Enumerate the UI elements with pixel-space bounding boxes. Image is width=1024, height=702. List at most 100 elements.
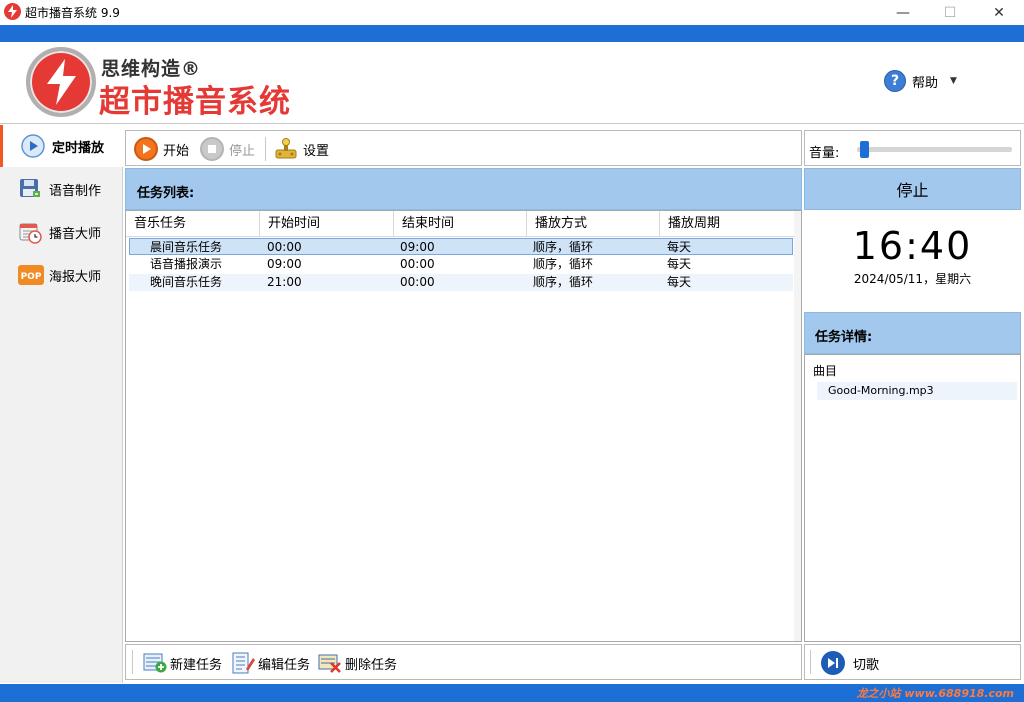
help-label: 帮助	[912, 75, 939, 91]
sidebar: 定时播放 语音制作 播音大师 POP 海报大师	[0, 125, 123, 683]
player-bar: 切歌	[804, 644, 1021, 680]
track-section-label: 曲目	[813, 364, 838, 378]
toolbar-separator	[265, 137, 266, 161]
svg-text:POP: POP	[21, 272, 42, 282]
top-accent-bar	[0, 25, 1024, 42]
status-bar: 龙之小站 www.688918.com	[0, 684, 1024, 702]
maximize-button[interactable]: ☐	[927, 0, 973, 25]
volume-panel: 音量:	[804, 130, 1021, 166]
new-task-label: 新建任务	[170, 657, 223, 673]
right-panel: 音量: 停止 16:40 2024/05/11，星期六 任务详情: 曲目 Goo…	[804, 130, 1021, 680]
toolbar-separator	[810, 650, 811, 674]
task-end: 09:00	[400, 240, 435, 254]
settings-button[interactable]: 设置	[274, 136, 329, 162]
task-mode: 顺序，循环	[533, 257, 594, 271]
task-list-title: 任务列表:	[137, 186, 195, 201]
logo-lightning-icon	[26, 47, 96, 117]
column-header-cycle[interactable]: 播放周期	[660, 211, 795, 237]
task-detail-title: 任务详情:	[815, 330, 873, 345]
add-list-icon	[143, 652, 167, 674]
stop-icon	[200, 137, 224, 161]
task-name: 晚间音乐任务	[150, 275, 223, 289]
help-menu[interactable]: ? 帮助 ▼	[884, 70, 957, 92]
edit-task-button[interactable]: 编辑任务	[231, 651, 310, 675]
play-icon	[134, 137, 158, 161]
floppy-disk-icon	[18, 177, 42, 201]
task-cycle: 每天	[667, 240, 692, 254]
sidebar-item-scheduled-play[interactable]: 定时播放	[0, 125, 123, 167]
sidebar-item-label: 海报大师	[49, 269, 102, 285]
table-row[interactable]: 晚间音乐任务 21:00 00:00 顺序，循环 每天	[129, 274, 793, 291]
column-header-start[interactable]: 开始时间	[260, 211, 394, 237]
task-start: 00:00	[267, 240, 302, 254]
task-list-header: 任务列表:	[125, 168, 802, 210]
task-end: 00:00	[400, 257, 435, 271]
stop-label: 停止	[229, 143, 256, 159]
question-icon: ?	[884, 70, 906, 92]
next-song-label: 切歌	[853, 657, 880, 673]
column-header-end[interactable]: 结束时间	[394, 211, 527, 237]
task-name: 晨间音乐任务	[150, 240, 223, 254]
table-row[interactable]: 晨间音乐任务 00:00 09:00 顺序，循环 每天	[129, 238, 793, 255]
delete-task-button[interactable]: 删除任务	[318, 651, 397, 675]
settings-label: 设置	[303, 143, 330, 159]
sidebar-item-voice-production[interactable]: 语音制作	[0, 168, 123, 210]
sidebar-item-poster-master[interactable]: POP 海报大师	[0, 254, 123, 296]
clock-time: 16:40	[852, 224, 973, 268]
start-button[interactable]: 开始	[134, 136, 189, 162]
window-titlebar: 超市播音系统 9.9 — ☐ ✕	[0, 0, 1024, 25]
task-start: 09:00	[267, 257, 302, 271]
app-lightning-icon	[4, 3, 21, 20]
main-panel: 开始 停止 设置 任务列表: 音乐任务 开始时间 结束时间 播放方式 播放周期 …	[125, 130, 802, 680]
sidebar-item-label: 语音制作	[49, 183, 102, 199]
calendar-clock-icon	[18, 220, 42, 244]
task-name: 语音播报演示	[150, 257, 223, 271]
skip-next-icon	[821, 651, 845, 675]
task-actions-bar: 新建任务 编辑任务 删除任务	[125, 644, 802, 680]
task-start: 21:00	[267, 275, 302, 289]
task-end: 00:00	[400, 275, 435, 289]
app-header: 思维构造® 超市播音系统 ? 帮助 ▼	[0, 42, 1024, 124]
task-mode: 顺序，循环	[533, 240, 594, 254]
close-button[interactable]: ✕	[976, 0, 1022, 25]
sidebar-item-label: 定时播放	[52, 140, 105, 156]
sidebar-item-broadcast-master[interactable]: 播音大师	[0, 211, 123, 253]
clock-panel: 16:40	[804, 210, 1021, 312]
column-header-mode[interactable]: 播放方式	[527, 211, 660, 237]
watermark: 龙之小站 www.688918.com	[856, 687, 1014, 700]
task-detail-panel: 曲目 Good-Morning.mp3	[804, 354, 1021, 642]
delete-list-icon	[318, 652, 341, 674]
vertical-scrollbar[interactable]	[794, 211, 801, 641]
column-header-task[interactable]: 音乐任务	[126, 211, 260, 237]
table-row[interactable]: 语音播报演示 09:00 00:00 顺序，循环 每天	[129, 256, 793, 273]
task-cycle: 每天	[667, 257, 692, 271]
product-name: 超市播音系统	[99, 84, 291, 120]
toolbar-separator	[132, 650, 133, 674]
edit-list-icon	[231, 652, 255, 674]
play-status: 停止	[804, 168, 1021, 210]
task-detail-header: 任务详情:	[804, 312, 1021, 354]
toolbar: 开始 停止 设置	[125, 130, 802, 166]
window-title: 超市播音系统 9.9	[25, 6, 120, 20]
new-task-button[interactable]: 新建任务	[143, 651, 222, 675]
sidebar-item-label: 播音大师	[49, 226, 102, 242]
delete-task-label: 删除任务	[345, 657, 398, 673]
pop-poster-icon: POP	[18, 263, 44, 287]
play-circle-icon	[21, 134, 45, 158]
minimize-button[interactable]: —	[880, 0, 926, 25]
volume-slider[interactable]	[857, 141, 1012, 158]
next-song-button[interactable]: 切歌	[821, 651, 879, 675]
caret-down-icon[interactable]: ▼	[950, 76, 957, 86]
settings-joystick-icon	[274, 137, 298, 161]
stop-button[interactable]: 停止	[200, 136, 255, 162]
task-table: 音乐任务 开始时间 结束时间 播放方式 播放周期 晨间音乐任务 00:00 09…	[125, 210, 802, 642]
task-cycle: 每天	[667, 275, 692, 289]
task-mode: 顺序，循环	[533, 275, 594, 289]
task-table-header: 音乐任务 开始时间 结束时间 播放方式 播放周期	[126, 211, 796, 237]
edit-task-label: 编辑任务	[258, 657, 311, 673]
volume-label: 音量:	[809, 146, 840, 161]
list-item[interactable]: Good-Morning.mp3	[817, 382, 1017, 400]
clock-date: 2024/05/11，星期六	[853, 272, 972, 286]
start-label: 开始	[163, 143, 190, 159]
volume-slider-thumb[interactable]	[860, 141, 869, 158]
